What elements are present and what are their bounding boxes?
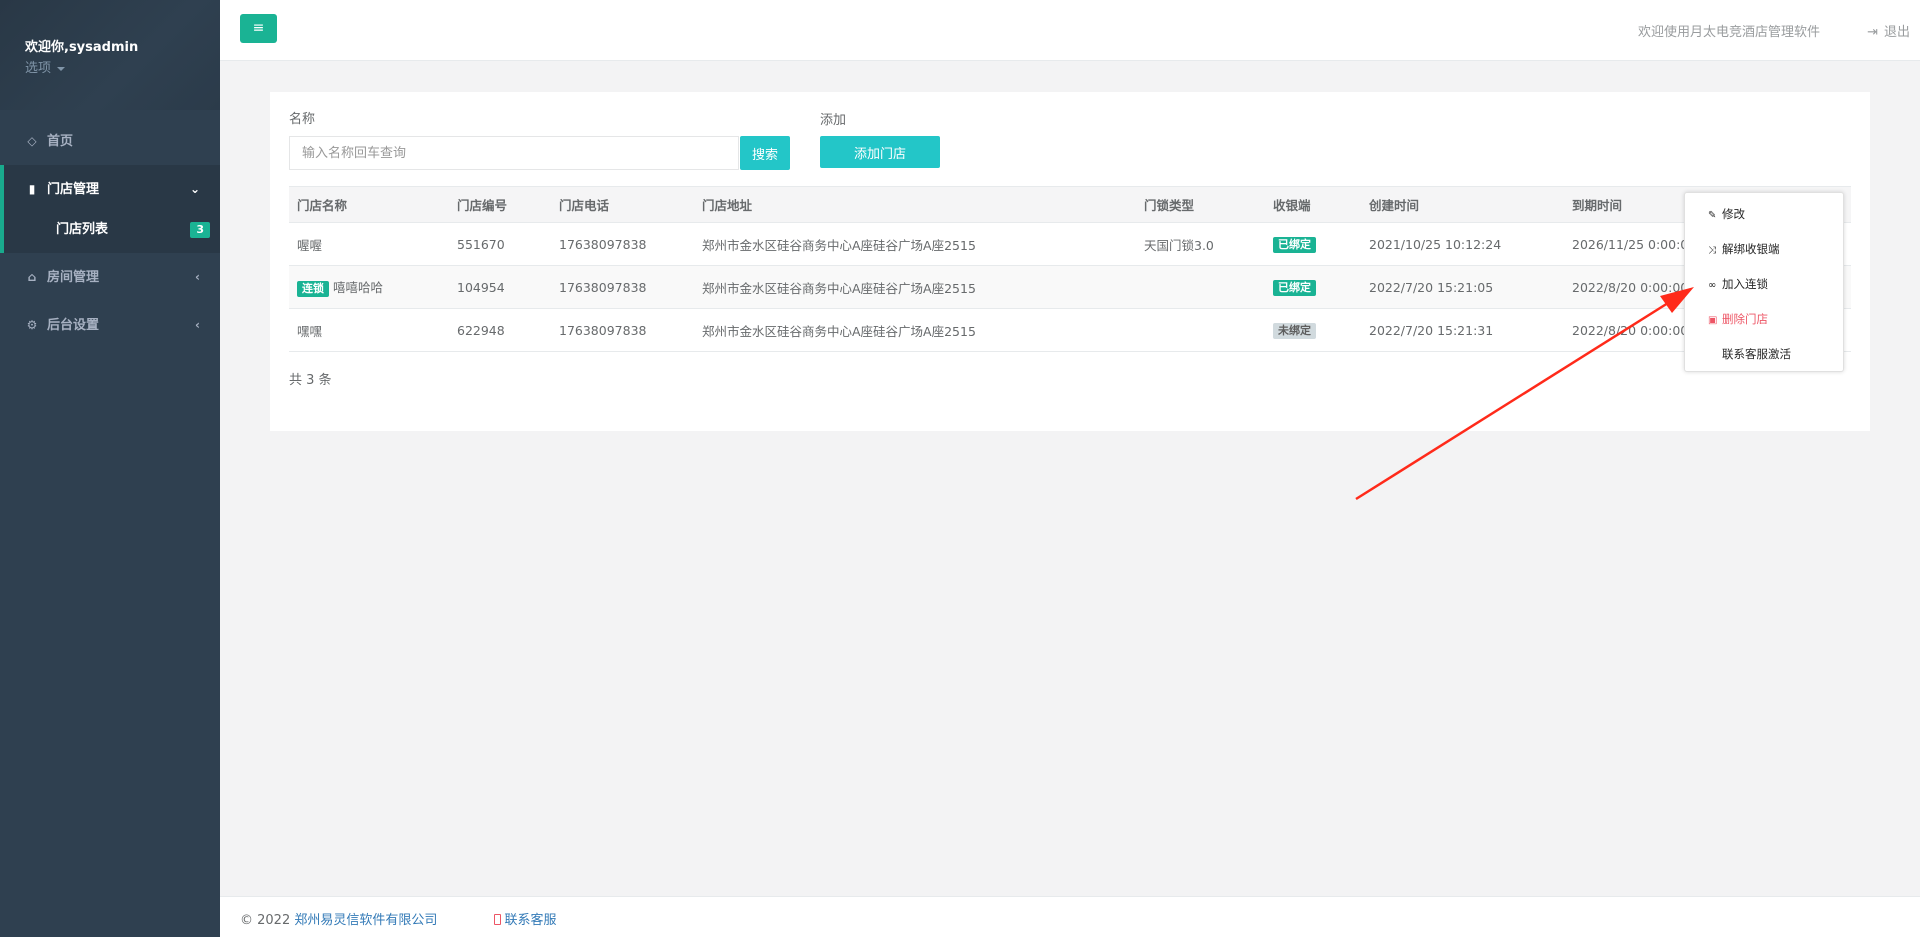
store-phone-cell: 17638097838 [551,265,694,309]
nav-group-store: ▮ 门店管理 ⌄ 门店列表 3 [0,165,220,253]
col-store-name: 门店名称 [289,186,449,223]
col-cashier: 收银端 [1265,186,1361,223]
created-time-cell: 2022/7/20 15:21:05 [1361,265,1564,309]
nav-store-list-label: 门店列表 [56,222,109,237]
sign-out-icon: ⇥ [1867,25,1878,40]
link-icon: ∞ [1708,280,1717,291]
col-store-code: 门店编号 [449,186,551,223]
menu-item-label: 加入连锁 [1722,277,1768,291]
lock-type-cell: 天国门锁3.0 [1136,222,1265,266]
caret-down-icon [57,66,66,71]
cashier-cell: 已绑定 [1265,222,1361,266]
nav-backend-settings[interactable]: ⚙ 后台设置 ‹ [0,301,220,349]
status-badge: 未绑定 [1273,322,1316,339]
menu-item-contact-activate[interactable]: 联系客服激活 [1685,337,1843,372]
store-table: 门店名称 门店编号 门店电话 门店地址 门锁类型 收银端 创建时间 到期时间 喔… [289,186,1851,352]
options-dropdown[interactable]: 选项 [25,57,220,76]
store-list-panel: 名称 搜索 添加 添加门店 门店名称 门店编号 门店电话 门店地址 门锁类型 收… [270,92,1870,431]
copyright-text: © 2022 [240,913,295,928]
store-phone-cell: 17638097838 [551,308,694,352]
nav-settings-label: 后台设置 [47,318,100,333]
company-link[interactable]: 郑州易灵信软件有限公司 [294,913,437,928]
logout-label: 退出 [1883,25,1910,40]
store-address-cell: 郑州市金水区硅谷商务中心A座硅谷广场A座2515 [694,222,1136,266]
chevron-left-icon: ‹ [195,318,200,332]
lock-type-cell [1136,265,1265,309]
store-address-cell: 郑州市金水区硅谷商务中心A座硅谷广场A座2515 [694,308,1136,352]
gears-icon: ⚙ [26,318,38,332]
menu-item-label: 解绑收银端 [1722,242,1780,256]
footer: © 2022 郑州易灵信软件有限公司 联系客服 [220,896,1920,937]
mobile-icon [493,914,501,925]
hamburger-icon: ≡ [252,20,265,36]
cashier-cell: 未绑定 [1265,308,1361,352]
nav-home[interactable]: ◇ 首页 [0,117,220,165]
contact-support-link[interactable]: 联系客服 [493,913,557,928]
nav-room-management[interactable]: ⌂ 房间管理 ‹ [0,253,220,301]
col-store-address: 门店地址 [694,186,1136,223]
status-badge: 已绑定 [1273,279,1316,296]
table-row[interactable]: 连锁 嘻嘻哈哈 104954 17638097838 郑州市金水区硅谷商务中心A… [289,265,1851,309]
add-store-button[interactable]: 添加门店 [820,136,940,168]
table-header-row: 门店名称 门店编号 门店电话 门店地址 门锁类型 收银端 创建时间 到期时间 [289,186,1851,223]
menu-item-delete-store[interactable]: ▣ 删除门店 [1685,302,1843,337]
table-row[interactable]: 喔喔 551670 17638097838 郑州市金水区硅谷商务中心A座硅谷广场… [289,222,1851,266]
name-label: 名称 [289,112,316,127]
store-address-cell: 郑州市金水区硅谷商务中心A座硅谷广场A座2515 [694,265,1136,309]
total-count: 共 3 条 [289,373,332,388]
col-created-time: 创建时间 [1361,186,1564,223]
nav-store-list[interactable]: 门店列表 3 [4,213,220,253]
menu-item-label: 联系客服激活 [1722,347,1791,361]
user-welcome: 欢迎你,sysadmin [25,40,139,55]
store-code-cell: 622948 [449,308,551,352]
search-button[interactable]: 搜索 [740,136,790,170]
diamond-icon: ◇ [27,134,37,148]
nav-store-management[interactable]: ▮ 门店管理 ⌄ [4,165,220,213]
sidebar: 欢迎你,sysadmin 选项 ◇ 首页 ▮ 门店管理 ⌄ 门店列表 3 ⌂ 房间管理… [0,0,220,937]
add-label: 添加 [820,113,847,128]
store-code-cell: 551670 [449,222,551,266]
store-code-cell: 104954 [449,265,551,309]
row-action-menu: ✎ 修改 ⤨ 解绑收银端 ∞ 加入连锁 ▣ 删除门店 联系客服激活 [1684,192,1844,372]
chevron-down-icon: ⌄ [189,182,200,196]
col-store-phone: 门店电话 [551,186,694,223]
edit-icon: ✎ [1708,210,1717,221]
logout-link[interactable]: ⇥ 退出 [1867,21,1910,40]
store-count-badge: 3 [190,222,210,238]
contact-support-label: 联系客服 [504,913,557,928]
welcome-message: 欢迎使用月太电竞酒店管理软件 [1637,25,1820,40]
status-badge: 已绑定 [1273,236,1316,253]
store-name-cell: 嘿嘿 [289,308,449,352]
trash-icon: ▣ [1708,315,1718,326]
menu-item-join-chain[interactable]: ∞ 加入连锁 [1685,267,1843,302]
chain-badge: 连锁 [297,281,329,297]
menu-item-label: 修改 [1722,207,1745,221]
nav-home-label: 首页 [47,134,74,149]
top-navbar: ≡ 欢迎使用月太电竞酒店管理软件 ⇥ 退出 [220,0,1920,61]
store-name-cell: 喔喔 [289,222,449,266]
menu-toggle-button[interactable]: ≡ [240,14,277,43]
menu-item-label: 删除门店 [1722,312,1768,326]
created-time-cell: 2022/7/20 15:21:31 [1361,308,1564,352]
menu-item-unbind-cashier[interactable]: ⤨ 解绑收银端 [1685,232,1843,267]
chevron-left-icon: ‹ [195,270,200,284]
shuffle-icon: ⤨ [1708,245,1716,256]
store-name-text: 嘻嘻哈哈 [332,280,383,295]
created-time-cell: 2021/10/25 10:12:24 [1361,222,1564,266]
nav-room-label: 房间管理 [47,270,100,285]
cashier-cell: 已绑定 [1265,265,1361,309]
nav-store-label: 门店管理 [47,182,100,197]
table-row[interactable]: 嘿嘿 622948 17638097838 郑州市金水区硅谷商务中心A座硅谷广场… [289,308,1851,352]
menu-item-edit[interactable]: ✎ 修改 [1685,197,1843,232]
home-icon: ⌂ [27,270,37,284]
building-icon: ▮ [28,182,36,196]
lock-type-cell [1136,308,1265,352]
col-lock-type: 门锁类型 [1136,186,1265,223]
search-input[interactable] [289,136,739,170]
store-name-cell: 连锁 嘻嘻哈哈 [289,265,449,309]
store-phone-cell: 17638097838 [551,222,694,266]
options-label: 选项 [25,61,52,76]
user-profile: 欢迎你,sysadmin 选项 [0,0,220,110]
